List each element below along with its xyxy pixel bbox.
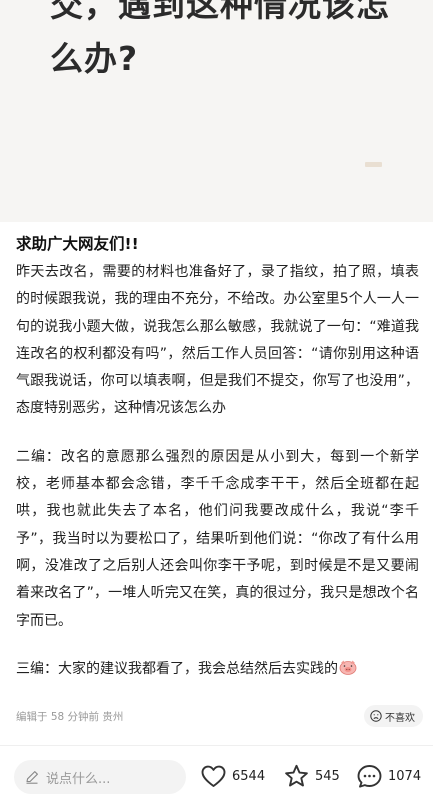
comment-button[interactable]: 1074	[356, 763, 421, 790]
like-count: 6544	[232, 769, 266, 784]
post-paragraph-1: 昨天去改名，需要的材料也准备好了，录了指纹，拍了照，填表的时候跟我说，我的理由不…	[16, 264, 419, 417]
collect-button[interactable]: 545	[283, 763, 340, 790]
post-paragraph-3-text: 三编：大家的建议我都看了，我会总结然后去实践的	[16, 660, 338, 677]
cover-image[interactable]: 交，遇到这种情况该怎么办?	[0, 0, 433, 222]
post-content: 求助广大网友们!! 昨天去改名，需要的材料也准备好了，录了指纹，拍了照，填表的时…	[16, 232, 419, 683]
post-paragraph-3: 三编：大家的建议我都看了，我会总结然后去实践的	[16, 656, 419, 683]
comment-bubble-icon	[357, 765, 382, 788]
post-title: 求助广大网友们!!	[16, 235, 139, 253]
divider	[0, 745, 433, 746]
edit-time-location: 编辑于 58 分钟前 贵州	[16, 711, 124, 723]
bottom-action-bar: 说点什么... 6544 545 1074	[0, 752, 433, 800]
post-paragraph-2: 二编：改名的意愿那么强烈的原因是从小到大，每到一个新学校，老师基本都会念错，李千…	[16, 448, 419, 629]
comment-count: 1074	[388, 769, 422, 784]
pencil-icon	[26, 771, 38, 784]
star-icon	[285, 764, 308, 787]
pig-face-emoji-icon	[339, 658, 357, 675]
cover-page-indicator	[365, 162, 382, 167]
like-button[interactable]: 6544	[200, 763, 265, 790]
heart-icon	[201, 765, 226, 787]
comment-input[interactable]: 说点什么...	[14, 760, 186, 794]
dislike-label: 不喜欢	[385, 712, 415, 724]
comment-placeholder: 说点什么...	[46, 771, 111, 787]
post-meta: 编辑于 58 分钟前 贵州 不喜欢	[16, 705, 423, 727]
collect-count: 545	[315, 769, 340, 784]
sad-face-icon	[370, 710, 382, 722]
cover-title: 交，遇到这种情况该怎么办?	[50, 0, 390, 78]
dislike-button[interactable]: 不喜欢	[364, 705, 423, 727]
